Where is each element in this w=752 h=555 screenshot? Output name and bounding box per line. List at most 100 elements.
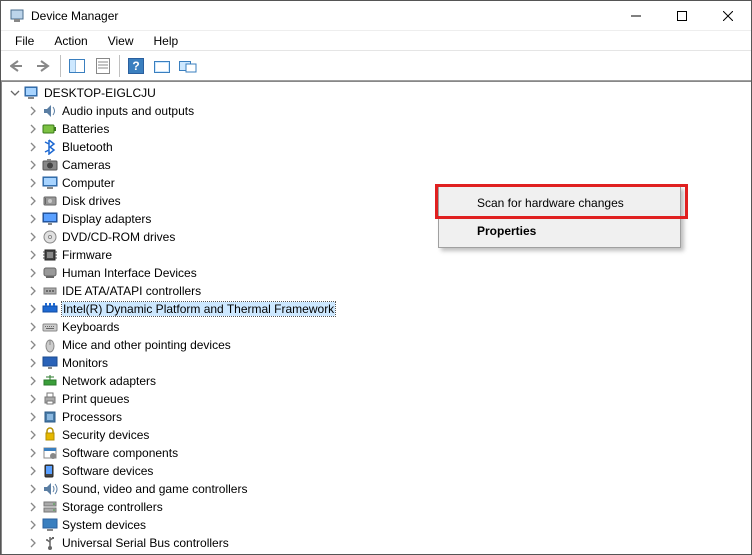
tree-node[interactable]: IDE ATA/ATAPI controllers	[26, 282, 749, 300]
audio-icon	[42, 103, 58, 119]
tree-node-label: Computer	[62, 176, 115, 190]
expand-icon[interactable]	[26, 320, 40, 334]
tree-node[interactable]: Intel(R) Dynamic Platform and Thermal Fr…	[26, 300, 749, 318]
expand-icon[interactable]	[26, 536, 40, 550]
expand-icon[interactable]	[26, 374, 40, 388]
tree-node-label: Software components	[62, 446, 178, 460]
collapse-icon[interactable]	[8, 86, 22, 100]
tree-node-label: Bluetooth	[62, 140, 113, 154]
expand-icon[interactable]	[26, 302, 40, 316]
expand-icon[interactable]	[26, 266, 40, 280]
menu-view[interactable]: View	[98, 32, 144, 50]
tree-root-label: DESKTOP-EIGLCJU	[44, 86, 156, 100]
toolbar-scan-button[interactable]	[149, 54, 175, 78]
expand-icon[interactable]	[26, 194, 40, 208]
expand-icon[interactable]	[26, 248, 40, 262]
expand-icon[interactable]	[26, 446, 40, 460]
tree-node[interactable]: Cameras	[26, 156, 749, 174]
tree-node-label: System devices	[62, 518, 146, 532]
tree-node[interactable]: Software devices	[26, 462, 749, 480]
expand-icon[interactable]	[26, 464, 40, 478]
tree-root-node[interactable]: DESKTOP-EIGLCJU	[8, 84, 749, 102]
sound-icon	[42, 481, 58, 497]
tree-node[interactable]: Audio inputs and outputs	[26, 102, 749, 120]
tree-node[interactable]: Human Interface Devices	[26, 264, 749, 282]
context-scan-for-hardware[interactable]: Scan for hardware changes	[441, 189, 678, 217]
system-icon	[42, 517, 58, 533]
expand-icon[interactable]	[26, 518, 40, 532]
context-menu: Scan for hardware changes Properties	[438, 186, 681, 248]
toolbar-separator	[119, 55, 120, 77]
help-icon: ?	[128, 58, 144, 74]
camera-icon	[42, 157, 58, 173]
expand-icon[interactable]	[26, 212, 40, 226]
tree-node-label: Cameras	[62, 158, 111, 172]
toolbar-help-button[interactable]: ?	[123, 54, 149, 78]
expand-icon[interactable]	[26, 140, 40, 154]
expand-icon[interactable]	[26, 356, 40, 370]
tree-node[interactable]: Security devices	[26, 426, 749, 444]
tree-node-label: IDE ATA/ATAPI controllers	[62, 284, 201, 298]
printer-icon	[42, 391, 58, 407]
tree-node-label: Batteries	[62, 122, 109, 136]
tree-node-label: Sound, video and game controllers	[62, 482, 247, 496]
expand-icon[interactable]	[26, 410, 40, 424]
menu-help[interactable]: Help	[144, 32, 189, 50]
tree-node[interactable]: Keyboards	[26, 318, 749, 336]
expand-icon[interactable]	[26, 482, 40, 496]
maximize-button[interactable]	[659, 1, 705, 31]
toolbar: ?	[1, 51, 751, 81]
expand-icon[interactable]	[26, 338, 40, 352]
expand-icon[interactable]	[26, 158, 40, 172]
swcomp-icon	[42, 445, 58, 461]
expand-icon[interactable]	[26, 104, 40, 118]
storage-icon	[42, 499, 58, 515]
toolbar-showhide-button[interactable]	[64, 54, 90, 78]
tree-node[interactable]: Universal Serial Bus controllers	[26, 534, 749, 552]
bluetooth-icon	[42, 139, 58, 155]
toolbar-back-button[interactable]	[5, 54, 31, 78]
tree-node[interactable]: Bluetooth	[26, 138, 749, 156]
toolbar-forward-button[interactable]	[31, 54, 57, 78]
tree-node-label: Monitors	[62, 356, 108, 370]
toolbar-devices-button[interactable]	[175, 54, 201, 78]
tree-node[interactable]: Software components	[26, 444, 749, 462]
close-button[interactable]	[705, 1, 751, 31]
computer-icon	[24, 85, 40, 101]
toolbar-separator	[60, 55, 61, 77]
toolbar-properties-button[interactable]	[90, 54, 116, 78]
tree-node-label: Firmware	[62, 248, 112, 262]
security-icon	[42, 427, 58, 443]
expand-icon[interactable]	[26, 176, 40, 190]
forward-arrow-icon	[36, 60, 52, 72]
expand-icon[interactable]	[26, 284, 40, 298]
expand-icon[interactable]	[26, 392, 40, 406]
context-properties[interactable]: Properties	[441, 217, 678, 245]
tree-node[interactable]: System devices	[26, 516, 749, 534]
expand-icon[interactable]	[26, 230, 40, 244]
tree-node-label: Audio inputs and outputs	[62, 104, 194, 118]
tree-node-label: Mice and other pointing devices	[62, 338, 231, 352]
tree-node[interactable]: Storage controllers	[26, 498, 749, 516]
menu-action[interactable]: Action	[44, 32, 97, 50]
tree-node[interactable]: Batteries	[26, 120, 749, 138]
keyboard-icon	[42, 319, 58, 335]
minimize-button[interactable]	[613, 1, 659, 31]
tree-node[interactable]: Monitors	[26, 354, 749, 372]
network-icon	[42, 373, 58, 389]
tree-node[interactable]: Sound, video and game controllers	[26, 480, 749, 498]
expand-icon[interactable]	[26, 500, 40, 514]
computer-icon	[42, 175, 58, 191]
device-tree-panel: DESKTOP-EIGLCJU Audio inputs and outputs…	[1, 81, 751, 554]
expand-icon[interactable]	[26, 428, 40, 442]
tree-node[interactable]: Print queues	[26, 390, 749, 408]
tree-node-label: Display adapters	[62, 212, 151, 226]
tree-node-label: Intel(R) Dynamic Platform and Thermal Fr…	[62, 302, 335, 316]
tree-node[interactable]: Mice and other pointing devices	[26, 336, 749, 354]
menu-file[interactable]: File	[5, 32, 44, 50]
tree-node[interactable]: Network adapters	[26, 372, 749, 390]
tree-node[interactable]: Processors	[26, 408, 749, 426]
tree-node[interactable]: Firmware	[26, 246, 749, 264]
expand-icon[interactable]	[26, 122, 40, 136]
processor-icon	[42, 409, 58, 425]
